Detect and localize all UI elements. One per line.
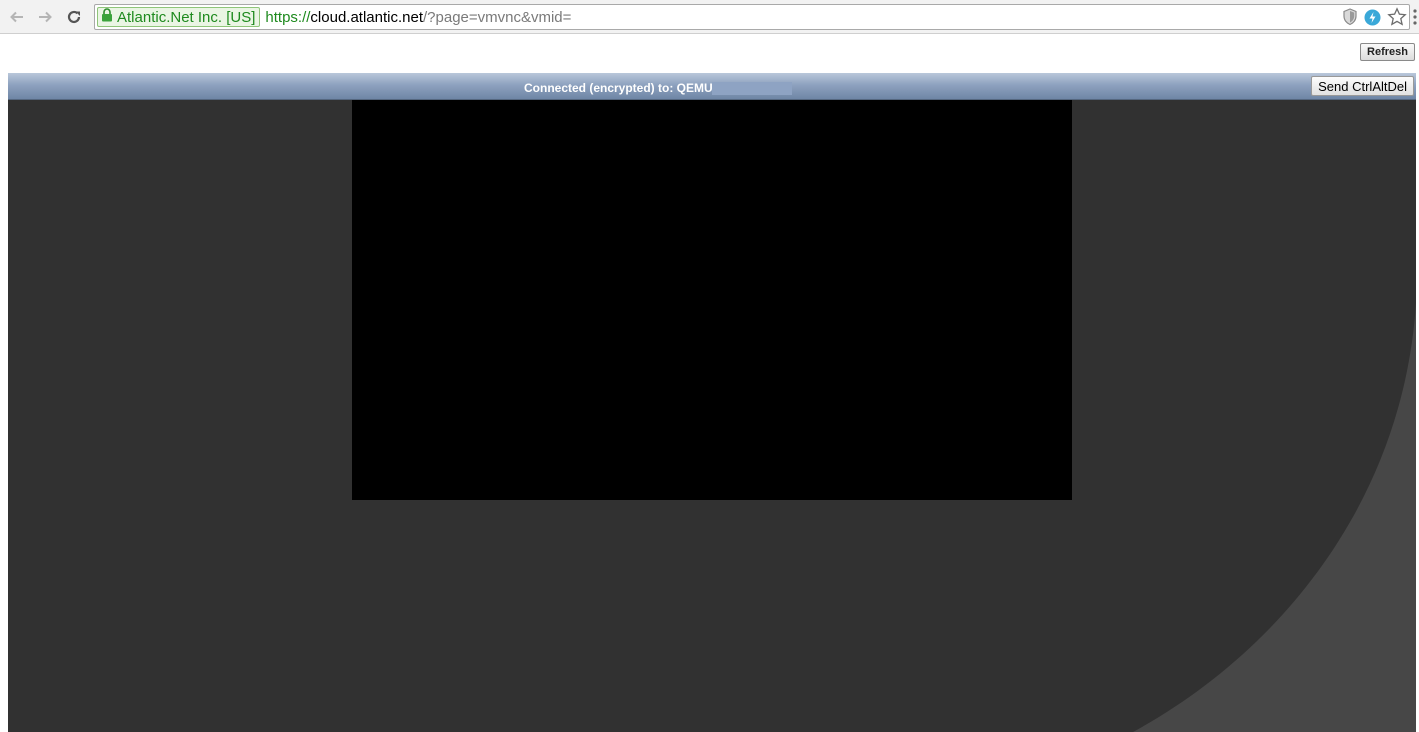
reload-icon[interactable] bbox=[62, 5, 86, 29]
browser-toolbar: Atlantic.Net Inc. [US] https://cloud.atl… bbox=[0, 0, 1419, 34]
back-arrow-icon[interactable] bbox=[5, 5, 29, 29]
send-ctrlaltdel-button[interactable]: Send CtrlAltDel bbox=[1311, 76, 1414, 96]
vnc-screen-canvas[interactable] bbox=[352, 100, 1072, 500]
address-bar[interactable]: Atlantic.Net Inc. [US] https://cloud.atl… bbox=[94, 4, 1410, 30]
url-scheme: https:// bbox=[265, 8, 311, 26]
lock-icon bbox=[101, 8, 113, 26]
page-content: Refresh Connected (encrypted) to: QEMU S… bbox=[0, 35, 1419, 732]
redacted-hostname bbox=[712, 82, 792, 95]
bookmark-star-icon[interactable] bbox=[1387, 7, 1407, 27]
vnc-status-bar: Connected (encrypted) to: QEMU Send Ctrl… bbox=[8, 73, 1416, 100]
extension-bolt-icon[interactable] bbox=[1364, 9, 1381, 26]
vnc-console: Connected (encrypted) to: QEMU Send Ctrl… bbox=[8, 73, 1416, 732]
omnibox-icons bbox=[1342, 7, 1407, 27]
url-text[interactable]: https://cloud.atlantic.net/?page=vmvnc&v… bbox=[265, 9, 571, 26]
forward-arrow-icon[interactable] bbox=[33, 5, 57, 29]
menu-icon[interactable] bbox=[1412, 8, 1418, 26]
ev-organization-label: Atlantic.Net Inc. [US] bbox=[117, 8, 256, 26]
shield-icon[interactable] bbox=[1342, 8, 1358, 26]
refresh-button[interactable]: Refresh bbox=[1360, 43, 1415, 61]
url-host: cloud.atlantic.net bbox=[310, 8, 423, 26]
url-path: /?page=vmvnc&vmid= bbox=[423, 8, 572, 26]
ev-certificate-badge[interactable]: Atlantic.Net Inc. [US] bbox=[97, 7, 261, 27]
connection-status-text: Connected (encrypted) to: QEMU bbox=[524, 81, 713, 95]
